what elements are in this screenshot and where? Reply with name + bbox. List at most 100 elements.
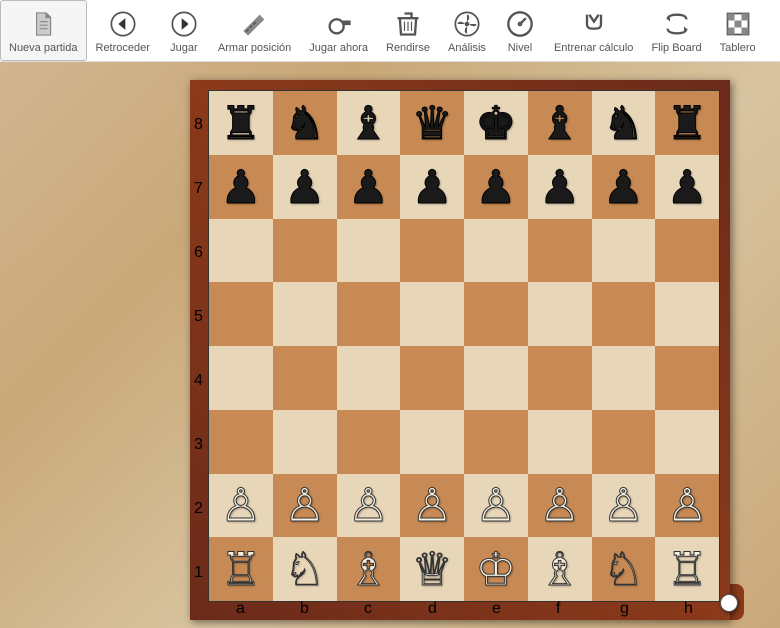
piece-bk[interactable]: ♚ bbox=[466, 93, 526, 153]
square-f5[interactable] bbox=[528, 282, 592, 346]
piece-wp[interactable]: ♙ bbox=[402, 476, 462, 536]
square-d6[interactable] bbox=[400, 219, 464, 283]
square-c4[interactable] bbox=[337, 346, 401, 410]
square-d4[interactable] bbox=[400, 346, 464, 410]
square-a3[interactable] bbox=[209, 410, 273, 474]
square-f1[interactable]: ♗ bbox=[528, 537, 592, 601]
piece-bp[interactable]: ♟ bbox=[275, 157, 335, 217]
piece-bp[interactable]: ♟ bbox=[594, 157, 654, 217]
square-f4[interactable] bbox=[528, 346, 592, 410]
square-c8[interactable]: ♝ bbox=[337, 91, 401, 155]
piece-bp[interactable]: ♟ bbox=[339, 157, 399, 217]
setup-button[interactable]: Armar posición bbox=[209, 0, 300, 61]
square-c1[interactable]: ♗ bbox=[337, 537, 401, 601]
piece-bp[interactable]: ♟ bbox=[466, 157, 526, 217]
square-h7[interactable]: ♟ bbox=[655, 155, 719, 219]
square-a5[interactable] bbox=[209, 282, 273, 346]
piece-bp[interactable]: ♟ bbox=[211, 157, 271, 217]
piece-bn[interactable]: ♞ bbox=[594, 93, 654, 153]
square-a8[interactable]: ♜ bbox=[209, 91, 273, 155]
square-f6[interactable] bbox=[528, 219, 592, 283]
square-f2[interactable]: ♙ bbox=[528, 474, 592, 538]
piece-bb[interactable]: ♝ bbox=[339, 93, 399, 153]
square-b3[interactable] bbox=[273, 410, 337, 474]
square-d3[interactable] bbox=[400, 410, 464, 474]
square-g4[interactable] bbox=[592, 346, 656, 410]
square-a4[interactable] bbox=[209, 346, 273, 410]
square-b1[interactable]: ♘ bbox=[273, 537, 337, 601]
piece-wb[interactable]: ♗ bbox=[339, 539, 399, 599]
square-h6[interactable] bbox=[655, 219, 719, 283]
square-d1[interactable]: ♕ bbox=[400, 537, 464, 601]
piece-bq[interactable]: ♛ bbox=[402, 93, 462, 153]
play-now-button[interactable]: Jugar ahora bbox=[300, 0, 377, 61]
square-h1[interactable]: ♖ bbox=[655, 537, 719, 601]
square-e8[interactable]: ♚ bbox=[464, 91, 528, 155]
square-e6[interactable] bbox=[464, 219, 528, 283]
piece-wp[interactable]: ♙ bbox=[594, 476, 654, 536]
piece-bp[interactable]: ♟ bbox=[402, 157, 462, 217]
square-a1[interactable]: ♖ bbox=[209, 537, 273, 601]
square-a6[interactable] bbox=[209, 219, 273, 283]
square-b4[interactable] bbox=[273, 346, 337, 410]
piece-bb[interactable]: ♝ bbox=[530, 93, 590, 153]
square-h8[interactable]: ♜ bbox=[655, 91, 719, 155]
square-b2[interactable]: ♙ bbox=[273, 474, 337, 538]
square-g8[interactable]: ♞ bbox=[592, 91, 656, 155]
piece-wp[interactable]: ♙ bbox=[530, 476, 590, 536]
piece-wq[interactable]: ♕ bbox=[402, 539, 462, 599]
square-g1[interactable]: ♘ bbox=[592, 537, 656, 601]
level-button[interactable]: Nivel bbox=[495, 0, 545, 61]
piece-bp[interactable]: ♟ bbox=[657, 157, 717, 217]
square-c3[interactable] bbox=[337, 410, 401, 474]
square-h3[interactable] bbox=[655, 410, 719, 474]
analysis-button[interactable]: Análisis bbox=[439, 0, 495, 61]
square-d5[interactable] bbox=[400, 282, 464, 346]
square-e3[interactable] bbox=[464, 410, 528, 474]
square-e5[interactable] bbox=[464, 282, 528, 346]
square-f3[interactable] bbox=[528, 410, 592, 474]
square-c2[interactable]: ♙ bbox=[337, 474, 401, 538]
square-e1[interactable]: ♔ bbox=[464, 537, 528, 601]
flip-button[interactable]: Flip Board bbox=[642, 0, 710, 61]
square-d8[interactable]: ♛ bbox=[400, 91, 464, 155]
piece-wp[interactable]: ♙ bbox=[339, 476, 399, 536]
square-d7[interactable]: ♟ bbox=[400, 155, 464, 219]
piece-wp[interactable]: ♙ bbox=[275, 476, 335, 536]
piece-wp[interactable]: ♙ bbox=[657, 476, 717, 536]
square-e7[interactable]: ♟ bbox=[464, 155, 528, 219]
square-g7[interactable]: ♟ bbox=[592, 155, 656, 219]
square-c5[interactable] bbox=[337, 282, 401, 346]
piece-wr[interactable]: ♖ bbox=[657, 539, 717, 599]
square-a7[interactable]: ♟ bbox=[209, 155, 273, 219]
square-g6[interactable] bbox=[592, 219, 656, 283]
square-c7[interactable]: ♟ bbox=[337, 155, 401, 219]
piece-wr[interactable]: ♖ bbox=[211, 539, 271, 599]
back-button[interactable]: Retroceder bbox=[87, 0, 159, 61]
piece-bp[interactable]: ♟ bbox=[530, 157, 590, 217]
chess-board[interactable]: ♜♞♝♛♚♝♞♜♟♟♟♟♟♟♟♟♙♙♙♙♙♙♙♙♖♘♗♕♔♗♘♖ bbox=[208, 90, 720, 602]
piece-wp[interactable]: ♙ bbox=[211, 476, 271, 536]
piece-wp[interactable]: ♙ bbox=[466, 476, 526, 536]
square-f7[interactable]: ♟ bbox=[528, 155, 592, 219]
square-e2[interactable]: ♙ bbox=[464, 474, 528, 538]
square-d2[interactable]: ♙ bbox=[400, 474, 464, 538]
square-g2[interactable]: ♙ bbox=[592, 474, 656, 538]
new-game-button[interactable]: Nueva partida bbox=[0, 0, 87, 61]
piece-wn[interactable]: ♘ bbox=[275, 539, 335, 599]
square-e4[interactable] bbox=[464, 346, 528, 410]
square-g3[interactable] bbox=[592, 410, 656, 474]
piece-wn[interactable]: ♘ bbox=[594, 539, 654, 599]
piece-br[interactable]: ♜ bbox=[657, 93, 717, 153]
square-b6[interactable] bbox=[273, 219, 337, 283]
piece-bn[interactable]: ♞ bbox=[275, 93, 335, 153]
square-b7[interactable]: ♟ bbox=[273, 155, 337, 219]
square-b8[interactable]: ♞ bbox=[273, 91, 337, 155]
board-button[interactable]: Tablero bbox=[711, 0, 765, 61]
square-h5[interactable] bbox=[655, 282, 719, 346]
piece-wk[interactable]: ♔ bbox=[466, 539, 526, 599]
train-button[interactable]: Entrenar cálculo bbox=[545, 0, 643, 61]
square-a2[interactable]: ♙ bbox=[209, 474, 273, 538]
square-c6[interactable] bbox=[337, 219, 401, 283]
square-g5[interactable] bbox=[592, 282, 656, 346]
